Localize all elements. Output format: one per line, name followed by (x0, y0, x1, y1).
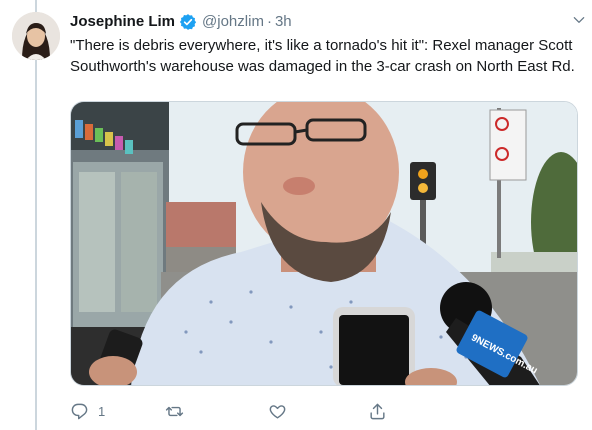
like-button[interactable] (268, 402, 368, 421)
tweet-timestamp[interactable]: 3h (275, 12, 292, 32)
reply-count: 1 (98, 403, 106, 419)
verified-badge-icon (179, 13, 197, 31)
heart-icon (269, 404, 286, 419)
thread-line (35, 0, 37, 430)
chevron-down-icon[interactable] (572, 13, 586, 27)
author-handle[interactable]: @johzlim (202, 12, 264, 32)
retweet-button[interactable] (165, 402, 265, 421)
reply-icon (71, 403, 88, 419)
tweet-actions: 1 (70, 398, 578, 424)
author-name[interactable]: Josephine Lim (70, 12, 175, 32)
retweet-icon (165, 406, 184, 416)
avatar[interactable] (12, 12, 60, 60)
share-button[interactable] (368, 402, 468, 421)
tweet-text: "There is debris everywhere, it's like a… (70, 37, 575, 75)
share-icon (370, 403, 385, 419)
tweet-media-photo[interactable]: 9NEWS.com.au (70, 101, 578, 386)
tweet-header: Josephine Lim @johzlim · 3h (70, 11, 578, 33)
separator-dot: · (266, 13, 272, 30)
reply-button[interactable]: 1 (70, 402, 170, 421)
